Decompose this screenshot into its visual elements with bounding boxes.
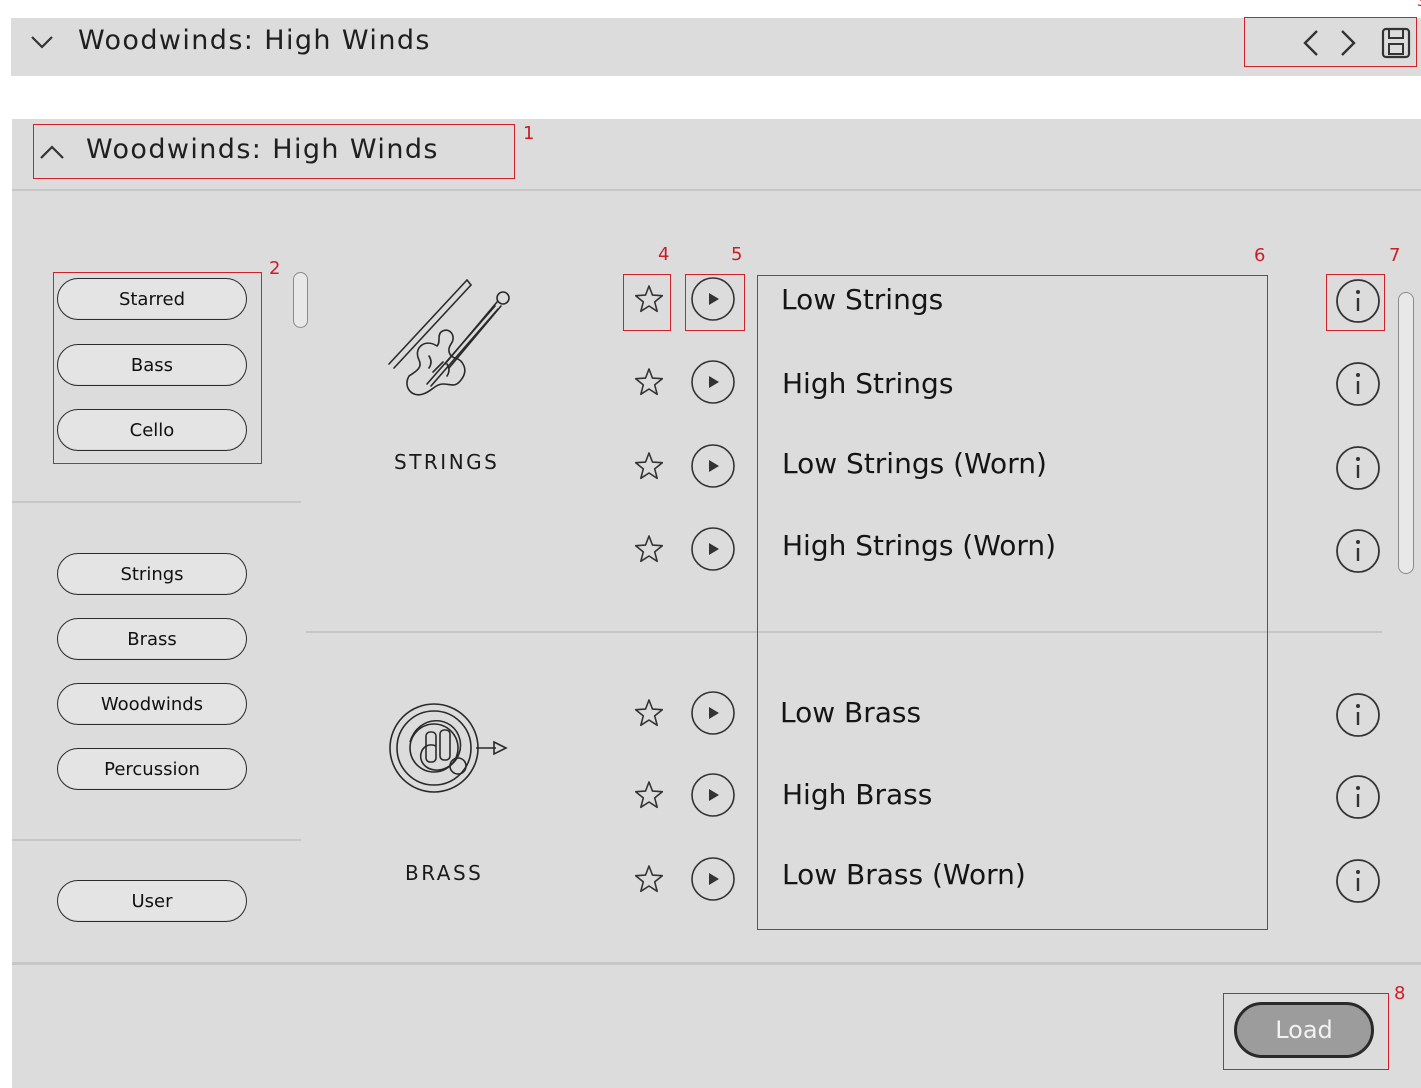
play-icon[interactable] bbox=[690, 856, 736, 902]
info-icon[interactable] bbox=[1334, 773, 1382, 821]
annotation-box-7 bbox=[1326, 274, 1385, 331]
star-icon[interactable] bbox=[632, 862, 666, 896]
category-pill-woodwinds[interactable]: Woodwinds bbox=[57, 683, 247, 725]
info-icon[interactable] bbox=[1334, 444, 1382, 492]
info-icon[interactable] bbox=[1334, 360, 1382, 408]
category-label-strings: STRINGS bbox=[394, 450, 500, 474]
info-icon[interactable] bbox=[1334, 527, 1382, 575]
category-pill-strings[interactable]: Strings bbox=[57, 553, 247, 595]
annotation-number-3: 3 bbox=[1417, 0, 1421, 10]
header-title: Woodwinds: High Winds bbox=[78, 25, 431, 56]
category-label-brass: BRASS bbox=[405, 861, 484, 885]
annotation-box-4 bbox=[623, 274, 671, 331]
info-icon[interactable] bbox=[1334, 691, 1382, 739]
info-icon[interactable] bbox=[1334, 857, 1382, 905]
annotation-box-3 bbox=[1244, 17, 1417, 67]
annotation-number-2: 2 bbox=[269, 258, 281, 279]
annotation-box-5 bbox=[685, 274, 745, 331]
star-icon[interactable] bbox=[632, 365, 666, 399]
french-horn-icon bbox=[389, 703, 508, 793]
chevron-down-icon[interactable] bbox=[30, 34, 54, 50]
star-icon[interactable] bbox=[632, 449, 666, 483]
category-pill-percussion[interactable]: Percussion bbox=[57, 748, 247, 790]
annotation-number-6: 6 bbox=[1254, 245, 1266, 266]
annotation-box-8 bbox=[1223, 993, 1389, 1070]
annotation-box-6 bbox=[757, 275, 1268, 930]
annotation-number-7: 7 bbox=[1389, 245, 1401, 266]
preset-list-scrollbar[interactable] bbox=[1398, 292, 1414, 574]
divider bbox=[12, 962, 1421, 965]
play-icon[interactable] bbox=[690, 690, 736, 736]
star-icon[interactable] bbox=[632, 778, 666, 812]
annotation-number-5: 5 bbox=[731, 244, 743, 265]
star-icon[interactable] bbox=[632, 696, 666, 730]
violin-icon bbox=[388, 279, 510, 396]
annotation-box-1 bbox=[33, 124, 515, 179]
annotation-number-4: 4 bbox=[658, 244, 670, 265]
divider bbox=[12, 189, 1421, 191]
divider bbox=[12, 501, 301, 503]
play-icon[interactable] bbox=[690, 359, 736, 405]
play-icon[interactable] bbox=[690, 443, 736, 489]
play-icon[interactable] bbox=[690, 526, 736, 572]
star-icon[interactable] bbox=[632, 532, 666, 566]
user-pill[interactable]: User bbox=[57, 880, 247, 922]
divider bbox=[12, 839, 301, 841]
sidebar-scrollbar[interactable] bbox=[293, 272, 308, 328]
annotation-box-2 bbox=[53, 272, 262, 464]
annotation-number-1: 1 bbox=[523, 123, 535, 144]
annotation-number-8: 8 bbox=[1394, 983, 1406, 1004]
play-icon[interactable] bbox=[690, 772, 736, 818]
category-pill-brass[interactable]: Brass bbox=[57, 618, 247, 660]
